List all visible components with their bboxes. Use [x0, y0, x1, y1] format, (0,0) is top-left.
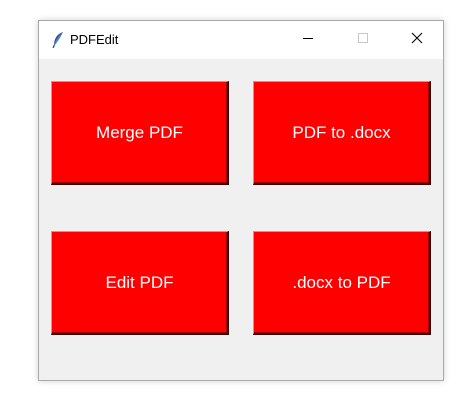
merge-pdf-button[interactable]: Merge PDF	[51, 81, 229, 185]
minimize-icon	[302, 31, 314, 49]
window-title: PDFEdit	[70, 32, 119, 47]
app-window: PDFEdit Merge PDF PDF to .docx Edit PDF …	[38, 20, 444, 381]
maximize-icon	[357, 31, 369, 49]
docx-to-pdf-button[interactable]: .docx to PDF	[253, 231, 431, 335]
edit-pdf-label: Edit PDF	[105, 272, 174, 292]
docx-to-pdf-label: .docx to PDF	[292, 272, 391, 292]
feather-icon	[51, 31, 65, 49]
merge-pdf-label: Merge PDF	[96, 122, 183, 142]
title-bar[interactable]: PDFEdit	[39, 21, 443, 59]
pdf-to-docx-label: PDF to .docx	[292, 122, 391, 142]
maximize-button[interactable]	[340, 21, 386, 59]
close-button[interactable]	[394, 21, 440, 59]
edit-pdf-button[interactable]: Edit PDF	[51, 231, 229, 335]
close-icon	[411, 31, 423, 49]
pdf-to-docx-button[interactable]: PDF to .docx	[253, 81, 431, 185]
minimize-button[interactable]	[285, 21, 331, 59]
main-content: Merge PDF PDF to .docx Edit PDF .docx to…	[39, 59, 443, 380]
